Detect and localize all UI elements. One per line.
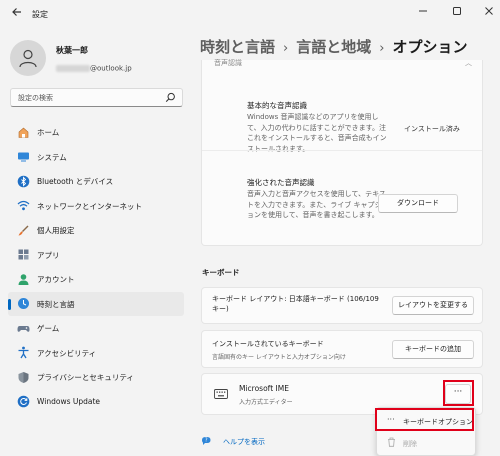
divider: [202, 150, 482, 151]
maximize-icon[interactable]: [446, 4, 468, 24]
sidebar-item-windows-update[interactable]: Windows Update: [8, 390, 184, 415]
sidebar-item-label: アプリ: [37, 250, 60, 260]
close-icon[interactable]: [478, 4, 500, 24]
sidebar-item-label: Bluetooth とデバイス: [37, 177, 114, 186]
search-icon: [165, 92, 175, 102]
person-icon: [19, 49, 37, 68]
sidebar-item-gaming[interactable]: ゲーム: [8, 316, 184, 341]
account-icon: [16, 272, 30, 286]
enhanced-speech-description: 音声入力と音声アクセスを使用して、テキストを入力できます。また、ライブ キャプシ…: [247, 190, 386, 219]
keyboard-layout-row: キーボード レイアウト: 日本語キーボード (106/109 キー) レイアウト…: [201, 287, 483, 324]
time-language-icon: [16, 297, 30, 311]
basic-speech-status: インストール済み: [404, 125, 460, 133]
sidebar-item-network[interactable]: ネットワークとインターネット: [8, 194, 184, 219]
sidebar-item-bluetooth[interactable]: Bluetooth とデバイス: [8, 169, 184, 194]
user-email: @outlook.jp: [56, 58, 132, 73]
sidebar-item-accounts[interactable]: アカウント: [8, 267, 184, 292]
home-icon: [16, 125, 30, 139]
menu-item-remove[interactable]: 削除: [381, 433, 473, 453]
sidebar-item-label: システム: [37, 152, 67, 162]
bluetooth-icon: [16, 174, 30, 188]
user-name: 秋葉一郎: [56, 46, 88, 55]
highlight-box-more-button: [443, 380, 474, 406]
user-email-suffix: @outlook.jp: [90, 64, 132, 73]
installed-keyboards-row: インストールされているキーボード 言語固有のキー レイアウトと入力オプション向け…: [201, 330, 483, 368]
system-icon: [16, 150, 30, 164]
search-input[interactable]: 設定の検索: [10, 88, 183, 107]
apps-icon: [16, 248, 30, 262]
avatar[interactable]: [10, 40, 46, 76]
sidebar-item-home[interactable]: ホーム: [8, 120, 184, 145]
sidebar-item-accessibility[interactable]: アクセシビリティ: [8, 341, 184, 366]
change-layout-button[interactable]: レイアウトを変更する: [392, 296, 474, 315]
chevron-up-icon[interactable]: ︿: [465, 58, 472, 68]
sidebar-item-apps[interactable]: アプリ: [8, 243, 184, 268]
accessibility-icon: [16, 346, 30, 360]
trash-icon: [387, 437, 396, 449]
sidebar-item-label: アクセシビリティ: [37, 348, 97, 358]
shield-icon: [16, 370, 30, 384]
minimize-icon[interactable]: [412, 4, 434, 24]
basic-speech-title: 基本的な音声認識: [247, 101, 307, 110]
breadcrumb-time-language[interactable]: 時刻と言語: [200, 38, 275, 56]
basic-speech-description: Windows 音声認識などのアプリを使用して、入力の代わりに話すことができます…: [247, 113, 387, 153]
speech-card: 音声認識 ︿ 基本的な音声認識 Windows 音声認識などのアプリを使用して、…: [201, 58, 483, 246]
installed-keyboards-title: インストールされているキーボード: [212, 340, 324, 348]
sidebar-item-label: 時刻と言語: [37, 299, 75, 309]
sidebar-item-system[interactable]: システム: [8, 145, 184, 170]
keyboard-layout-title: キーボード レイアウト: 日本語キーボード (106/109 キー): [212, 295, 379, 313]
sidebar-item-label: ネットワークとインターネット: [37, 201, 142, 211]
app-title: 設定: [32, 10, 48, 19]
svg-text:?: ?: [205, 438, 208, 444]
sidebar-item-time-language[interactable]: 時刻と言語: [8, 291, 184, 316]
breadcrumb-separator: ›: [379, 41, 385, 56]
keyboard-section-title: キーボード: [202, 268, 240, 277]
search-placeholder: 設定の検索: [18, 94, 53, 102]
sidebar-nav: ホーム システム Bluetooth とデバイス ネットワークとインターネット …: [8, 120, 184, 414]
keyboard-icon: [214, 389, 228, 399]
email-redacted: [56, 65, 90, 72]
breadcrumb-separator: ›: [283, 41, 289, 56]
breadcrumb: 時刻と言語 › 言語と地域 › オプション: [200, 36, 467, 58]
sidebar-item-label: プライバシーとセキュリティ: [37, 373, 134, 382]
brush-icon: [16, 223, 30, 237]
installed-keyboards-subtitle: 言語固有のキー レイアウトと入力オプション向け: [212, 354, 346, 361]
back-arrow-icon[interactable]: [8, 6, 26, 24]
ime-title: Microsoft IME: [239, 384, 289, 393]
sidebar-item-personalization[interactable]: 個人用設定: [8, 218, 184, 243]
add-keyboard-button[interactable]: キーボードの追加: [392, 340, 474, 359]
sidebar-item-label: ゲーム: [37, 324, 60, 333]
sidebar-item-label: ホーム: [37, 128, 60, 137]
sidebar-item-label: Windows Update: [37, 396, 101, 406]
speech-section-header: 音声認識: [214, 59, 242, 67]
download-button[interactable]: ダウンロード: [378, 194, 458, 213]
gamepad-icon: [16, 321, 30, 335]
sidebar-item-label: 個人用設定: [37, 226, 75, 235]
help-icon: ?: [202, 437, 211, 445]
breadcrumb-language-region[interactable]: 言語と地域: [296, 38, 371, 56]
title-bar: 設定: [0, 0, 500, 30]
enhanced-speech-title: 強化された音声認識: [247, 178, 315, 187]
page-title: オプション: [392, 38, 468, 56]
highlight-box-keyboard-options: [375, 408, 474, 431]
wifi-icon: [16, 199, 30, 213]
sidebar-item-privacy[interactable]: プライバシーとセキュリティ: [8, 365, 184, 390]
help-link[interactable]: ヘルプを表示: [223, 437, 265, 447]
menu-item-label: 削除: [403, 440, 417, 448]
ime-subtitle: 入力方式エディター: [239, 399, 293, 406]
update-icon: [16, 395, 30, 409]
sidebar-item-label: アカウント: [37, 275, 75, 284]
